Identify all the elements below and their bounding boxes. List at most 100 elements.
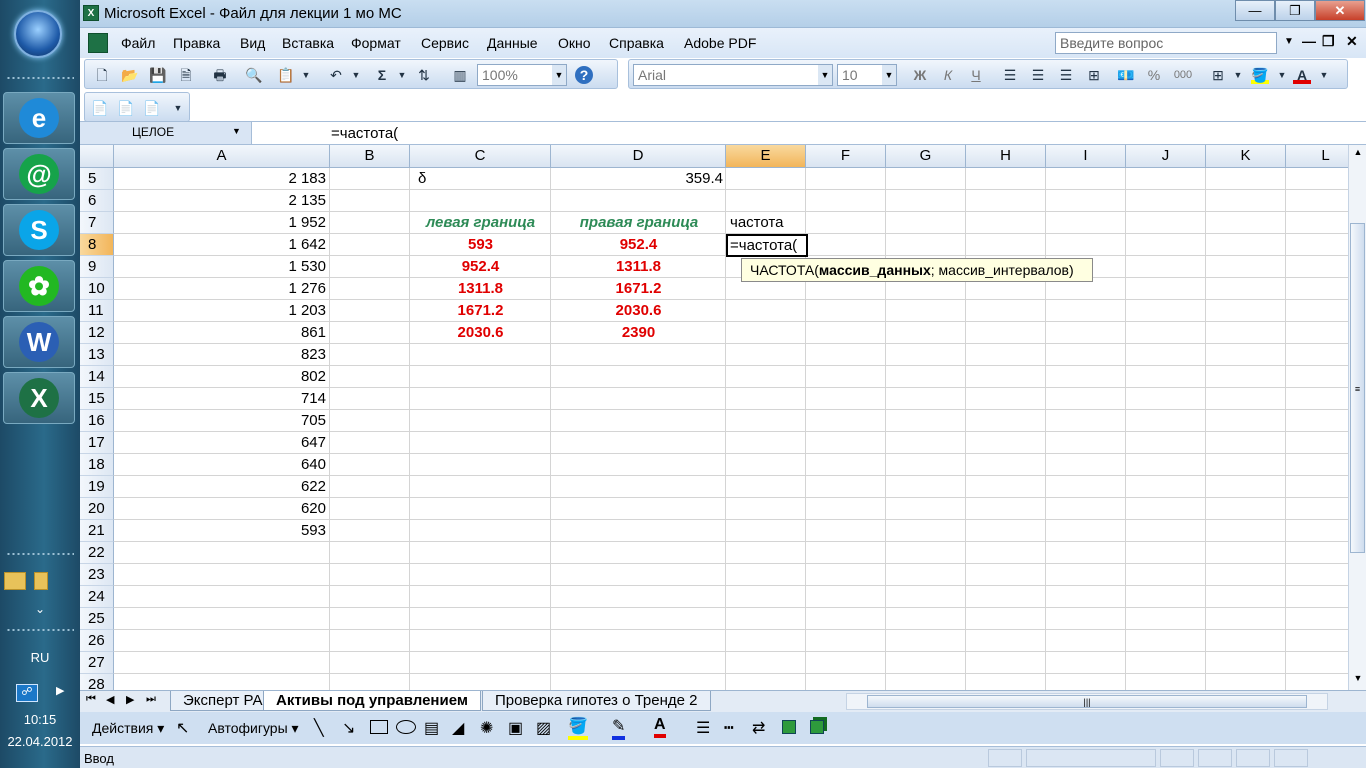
doc-minimize-button[interactable]: —	[1302, 33, 1316, 49]
review-pdf-icon[interactable]: 📄	[143, 99, 161, 117]
horizontal-scrollbar[interactable]: |||	[846, 693, 1328, 710]
font-size-select[interactable]: 10 ▼	[837, 64, 897, 86]
underline-button[interactable]: Ч	[967, 66, 985, 84]
row-header-8[interactable]: 8	[80, 234, 114, 256]
cell-e7[interactable]: частота	[730, 212, 810, 234]
row-header-10[interactable]: 10	[80, 278, 114, 300]
oval-icon[interactable]	[396, 720, 416, 734]
rectangle-icon[interactable]	[370, 720, 388, 734]
cell-d7[interactable]: правая граница	[551, 212, 727, 234]
row-header-25[interactable]: 25	[80, 608, 114, 630]
vertical-scroll-thumb[interactable]: ≡	[1350, 223, 1365, 553]
align-right-icon[interactable]: ☰	[1057, 66, 1075, 84]
menu-item-6[interactable]: Данные	[487, 35, 538, 51]
tray-expand-icon[interactable]: ▶	[56, 684, 64, 697]
menu-item-3[interactable]: Вставка	[282, 35, 334, 51]
chevron-down-icon[interactable]: ▼	[1284, 36, 1294, 47]
arrow-style-icon[interactable]: ⇄	[752, 718, 765, 738]
start-button[interactable]	[14, 10, 62, 58]
row-header-12[interactable]: 12	[80, 322, 114, 344]
cell-d12[interactable]: 2390	[551, 322, 726, 344]
thousands-button[interactable]: 000	[1171, 66, 1195, 84]
cell-a5[interactable]: 2 183	[114, 168, 330, 190]
active-cell-editor[interactable]: =частота(	[726, 234, 808, 257]
sheet-tab-hypothesis[interactable]: Проверка гипотез о Тренде 2	[482, 691, 711, 711]
cell-d11[interactable]: 2030.6	[551, 300, 726, 322]
autoshapes-menu[interactable]: Автофигуры ▾	[208, 720, 299, 737]
taskbar-internet-explorer-button[interactable]: e	[3, 92, 75, 144]
cell-a13[interactable]: 823	[114, 344, 330, 366]
row-header-14[interactable]: 14	[80, 366, 114, 388]
picture-icon[interactable]: ▨	[536, 718, 551, 738]
autosum-icon[interactable]: Σ	[373, 66, 391, 84]
draw-actions-label[interactable]: Действия	[92, 720, 153, 736]
percent-button[interactable]: %	[1145, 66, 1163, 84]
scroll-down-icon[interactable]: ▼	[1351, 673, 1365, 683]
row-header-27[interactable]: 27	[80, 652, 114, 674]
font-color-dropdown-icon[interactable]: ▼	[1315, 66, 1333, 84]
column-header-f[interactable]: F	[806, 145, 886, 168]
column-header-b[interactable]: B	[330, 145, 410, 168]
row-header-26[interactable]: 26	[80, 630, 114, 652]
bold-button[interactable]: Ж	[911, 66, 929, 84]
menu-item-5[interactable]: Сервис	[421, 35, 469, 51]
chevron-down-icon[interactable]: ▼	[818, 65, 832, 85]
sheet-tab-expert-ra[interactable]: Эксперт РА	[170, 691, 276, 711]
cell-d10[interactable]: 1671.2	[551, 278, 726, 300]
chevron-down-icon[interactable]: ▼	[232, 126, 241, 136]
cell-a9[interactable]: 1 530	[114, 256, 330, 278]
column-header-a[interactable]: A	[114, 145, 330, 168]
sort-icon[interactable]: ⇅	[415, 66, 433, 84]
cell-a16[interactable]: 705	[114, 410, 330, 432]
column-header-h[interactable]: H	[966, 145, 1046, 168]
cell-c12[interactable]: 2030.6	[410, 322, 551, 344]
close-button[interactable]: ✕	[1315, 0, 1365, 21]
clock-date[interactable]: 22.04.2012	[0, 734, 80, 749]
spreadsheet-grid[interactable]: ABCDEFGHIJKL 5 6 7 8 9 10 11 12 13 14 15 16 17 18 19 20…	[80, 145, 1348, 690]
row-header-28[interactable]: 28	[80, 674, 114, 690]
taskbar-skype-button[interactable]: S	[3, 204, 75, 256]
cell-a8[interactable]: 1 642	[114, 234, 330, 256]
column-header-g[interactable]: G	[886, 145, 966, 168]
network-icon[interactable]: ☍	[16, 684, 38, 702]
row-header-19[interactable]: 19	[80, 476, 114, 498]
chart-icon[interactable]: ▥	[451, 66, 469, 84]
menu-item-1[interactable]: Правка	[173, 35, 220, 51]
column-header-l[interactable]: L	[1286, 145, 1348, 168]
column-header-j[interactable]: J	[1126, 145, 1206, 168]
print-icon[interactable]: 🖶	[211, 66, 229, 84]
row-header-18[interactable]: 18	[80, 454, 114, 476]
cell-a17[interactable]: 647	[114, 432, 330, 454]
workbook-icon[interactable]	[88, 33, 108, 53]
permission-icon[interactable]: 🗎	[177, 66, 195, 84]
column-header-i[interactable]: I	[1046, 145, 1126, 168]
cell-a18[interactable]: 640	[114, 454, 330, 476]
cell-c7[interactable]: левая граница	[410, 212, 551, 234]
toolbar-options-icon[interactable]: ▼	[169, 99, 187, 117]
dash-style-icon[interactable]: ┅	[724, 718, 734, 738]
undo-icon[interactable]: ↶	[327, 66, 345, 84]
row-header-16[interactable]: 16	[80, 410, 114, 432]
autosum-dropdown-icon[interactable]: ▼	[393, 66, 411, 84]
taskbar-word-button[interactable]: W	[3, 316, 75, 368]
cell-b5[interactable]: δ	[414, 168, 494, 190]
paste-icon[interactable]: 📋	[277, 66, 295, 84]
formula-input[interactable]: =частота(	[331, 125, 398, 142]
line-style-icon[interactable]: ☰	[696, 718, 710, 738]
tooltip-arg-bins[interactable]: ; массив_интервалов)	[931, 262, 1074, 278]
column-header-k[interactable]: K	[1206, 145, 1286, 168]
row-header-11[interactable]: 11	[80, 300, 114, 322]
excel-app-icon[interactable]: X	[83, 5, 99, 21]
print-preview-icon[interactable]: 🔍	[245, 66, 263, 84]
undo-dropdown-icon[interactable]: ▼	[347, 66, 365, 84]
row-header-24[interactable]: 24	[80, 586, 114, 608]
arrow-icon[interactable]: ↘	[342, 718, 355, 738]
borders-icon[interactable]: ⊞	[1209, 66, 1227, 84]
prev-sheet-icon[interactable]: ◀	[106, 693, 114, 706]
select-objects-icon[interactable]: ↖	[176, 718, 189, 738]
doc-close-button[interactable]: ✕	[1346, 33, 1358, 50]
help-icon[interactable]: ?	[575, 66, 593, 84]
chevron-down-icon[interactable]: ▾	[157, 720, 164, 736]
cell-d5[interactable]: 359.4	[551, 168, 727, 190]
taskbar-excel-button[interactable]: X	[3, 372, 75, 424]
